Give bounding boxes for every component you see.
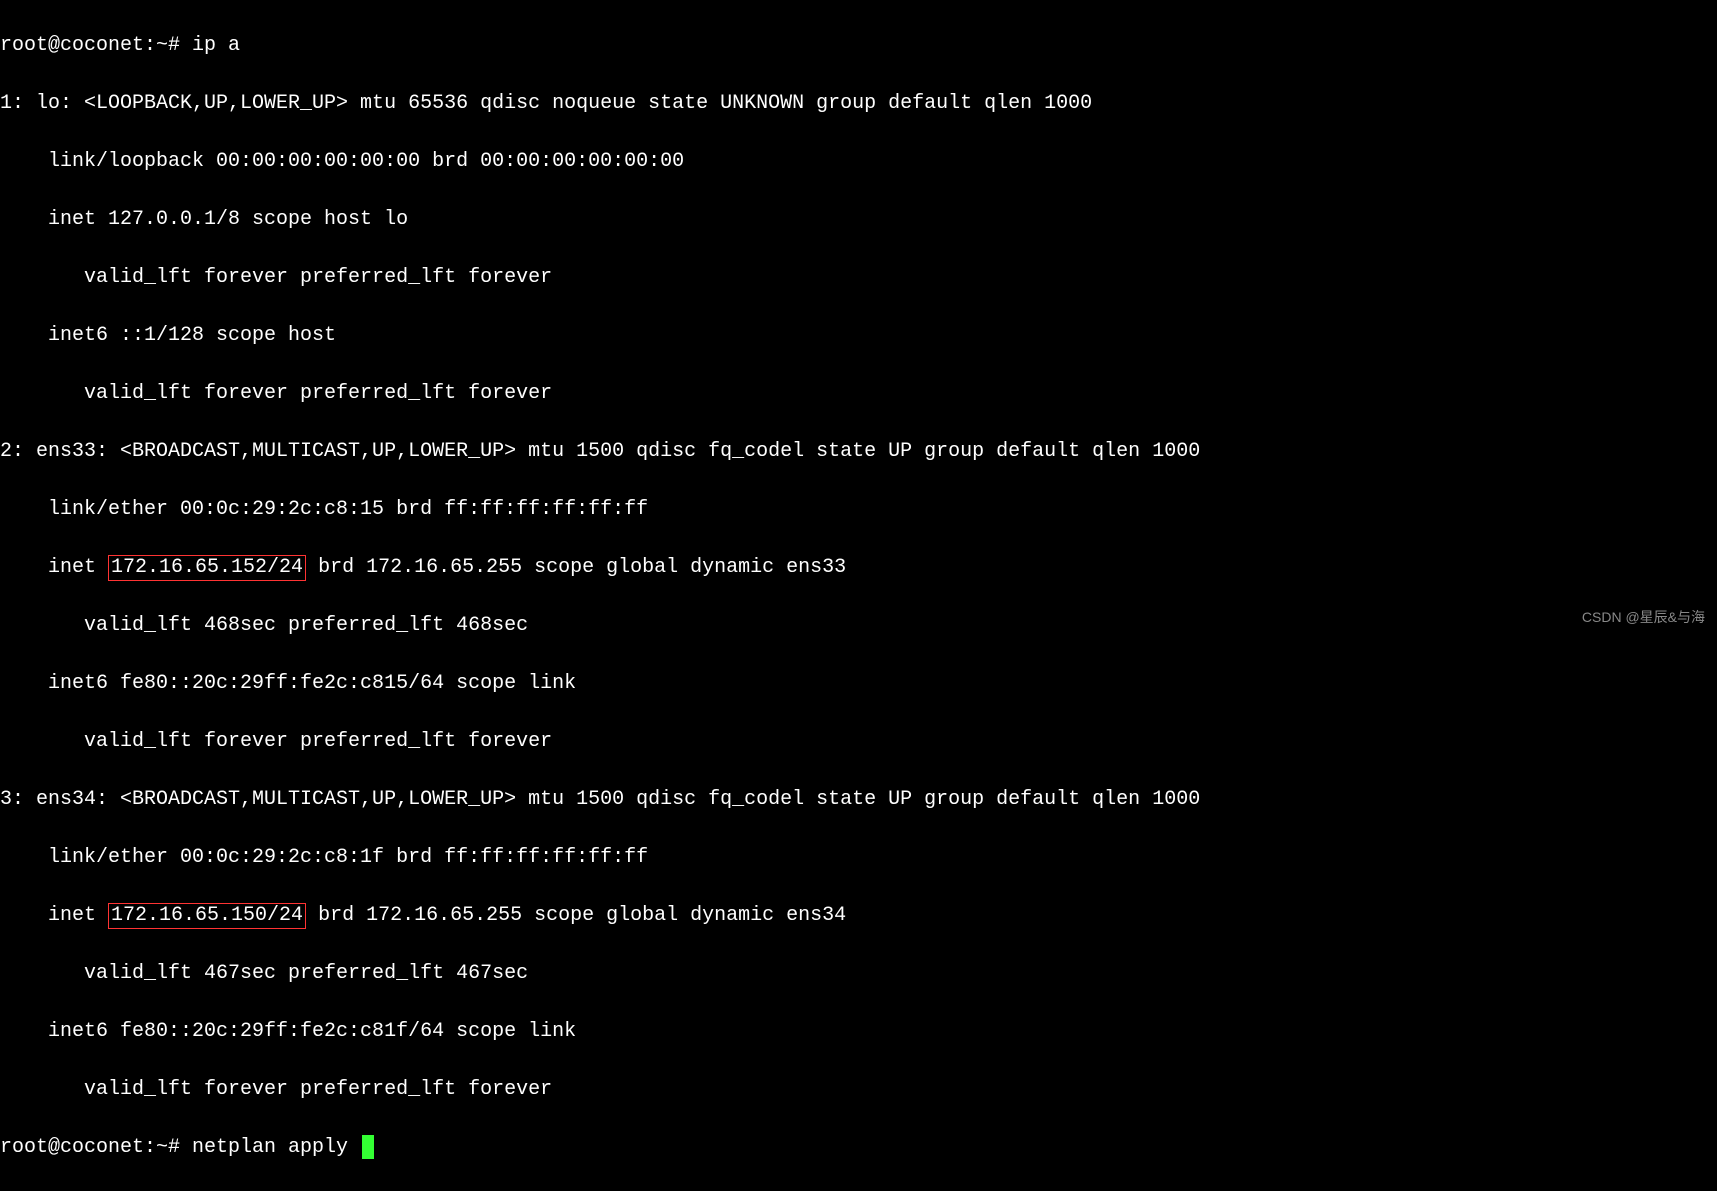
iface-ens33-inet-prefix: inet [0,556,108,579]
iface-ens33-valid2: valid_lft forever preferred_lft forever [0,727,1717,756]
iface-lo-link: link/loopback 00:00:00:00:00:00 brd 00:0… [0,147,1717,176]
iface-ens34-valid1: valid_lft 467sec preferred_lft 467sec [0,959,1717,988]
csdn-watermark: CSDN @星辰&与海 [1582,607,1705,627]
terminal-cursor [362,1135,374,1159]
prompt-line-1: root@coconet:~# ip a [0,31,1717,60]
iface-ens33-inet-suffix: brd 172.16.65.255 scope global dynamic e… [306,556,846,579]
shell-prompt: root@coconet:~# [0,1136,192,1159]
iface-ens34-valid2: valid_lft forever preferred_lft forever [0,1075,1717,1104]
iface-lo-inet6: inet6 ::1/128 scope host [0,321,1717,350]
iface-ens34-inet-suffix: brd 172.16.65.255 scope global dynamic e… [306,904,846,927]
shell-prompt: root@coconet:~# [0,34,192,57]
iface-ens33-inet-line: inet 172.16.65.152/24 brd 172.16.65.255 … [0,553,1717,582]
iface-lo-header: 1: lo: <LOOPBACK,UP,LOWER_UP> mtu 65536 … [0,89,1717,118]
command-netplan-apply: netplan apply [192,1136,360,1159]
iface-lo-valid1: valid_lft forever preferred_lft forever [0,263,1717,292]
prompt-line-2: root@coconet:~# netplan apply [0,1133,1717,1162]
iface-ens33-ip-highlighted: 172.16.65.152/24 [108,555,306,581]
iface-lo-inet: inet 127.0.0.1/8 scope host lo [0,205,1717,234]
iface-ens34-inet6: inet6 fe80::20c:29ff:fe2c:c81f/64 scope … [0,1017,1717,1046]
iface-ens33-inet6: inet6 fe80::20c:29ff:fe2c:c815/64 scope … [0,669,1717,698]
iface-ens33-valid1: valid_lft 468sec preferred_lft 468sec [0,611,1717,640]
iface-ens34-inet-line: inet 172.16.65.150/24 brd 172.16.65.255 … [0,901,1717,930]
iface-lo-valid2: valid_lft forever preferred_lft forever [0,379,1717,408]
iface-ens33-header: 2: ens33: <BROADCAST,MULTICAST,UP,LOWER_… [0,437,1717,466]
iface-ens34-inet-prefix: inet [0,904,108,927]
iface-ens34-link: link/ether 00:0c:29:2c:c8:1f brd ff:ff:f… [0,843,1717,872]
iface-ens34-ip-highlighted: 172.16.65.150/24 [108,903,306,929]
command-ip-a: ip a [192,34,240,57]
terminal-output[interactable]: root@coconet:~# ip a 1: lo: <LOOPBACK,UP… [0,2,1717,1191]
iface-ens34-header: 3: ens34: <BROADCAST,MULTICAST,UP,LOWER_… [0,785,1717,814]
iface-ens33-link: link/ether 00:0c:29:2c:c8:15 brd ff:ff:f… [0,495,1717,524]
